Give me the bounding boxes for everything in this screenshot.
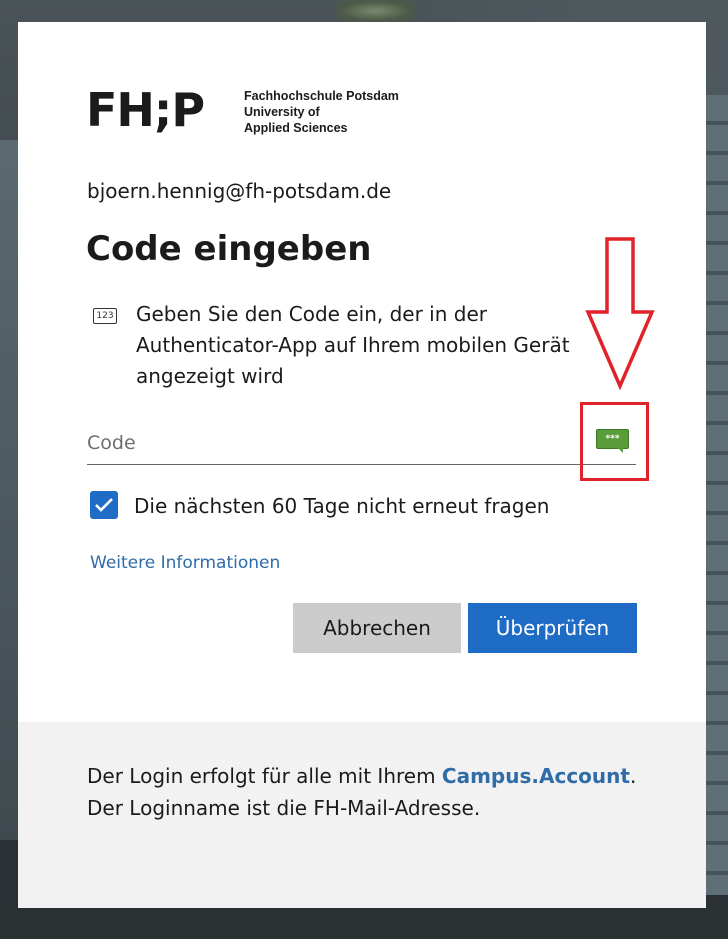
campus-account-link[interactable]: Campus.Account <box>442 764 630 788</box>
verify-button[interactable]: Überprüfen <box>468 603 637 653</box>
logo-text-line3: Applied Sciences <box>244 121 348 135</box>
checkmark-icon <box>95 498 113 512</box>
remember-checkbox[interactable] <box>90 491 118 519</box>
numeric-code-icon: 123 <box>93 308 117 324</box>
remember-label[interactable]: Die nächsten 60 Tage nicht erneut fragen <box>134 494 549 518</box>
footer-text: Der Login erfolgt für alle mit Ihrem Cam… <box>87 760 647 824</box>
background-ground <box>0 909 728 939</box>
card-footer: Der Login erfolgt für alle mit Ihrem Cam… <box>18 722 706 908</box>
page-title: Code eingeben <box>86 229 372 269</box>
card-main: FH;P Fachhochschule Potsdam University o… <box>18 22 706 722</box>
instruction-text: Geben Sie den Code ein, der in der Authe… <box>136 302 570 388</box>
code-input[interactable] <box>87 422 636 465</box>
logo-mark: FH;P <box>86 83 205 137</box>
background-building-left <box>0 140 18 840</box>
annotation-arrow-down-icon <box>585 237 655 390</box>
cancel-button[interactable]: Abbrechen <box>293 603 461 653</box>
account-identity: bjoern.hennig@fh-potsdam.de <box>87 179 392 203</box>
background-tree <box>335 0 415 22</box>
logo-text-line1: Fachhochschule Potsdam <box>244 89 399 103</box>
annotation-highlight-box <box>580 402 649 481</box>
more-info-link[interactable]: Weitere Informationen <box>90 553 280 573</box>
login-card: FH;P Fachhochschule Potsdam University o… <box>18 22 706 908</box>
logo-text-line2: University of <box>244 105 320 119</box>
fh-potsdam-logo: FH;P Fachhochschule Potsdam University o… <box>86 87 406 149</box>
logo-text: Fachhochschule Potsdam University of App… <box>244 88 399 136</box>
footer-text-prefix: Der Login erfolgt für alle mit Ihrem <box>87 764 442 788</box>
background-building-right <box>706 95 728 895</box>
